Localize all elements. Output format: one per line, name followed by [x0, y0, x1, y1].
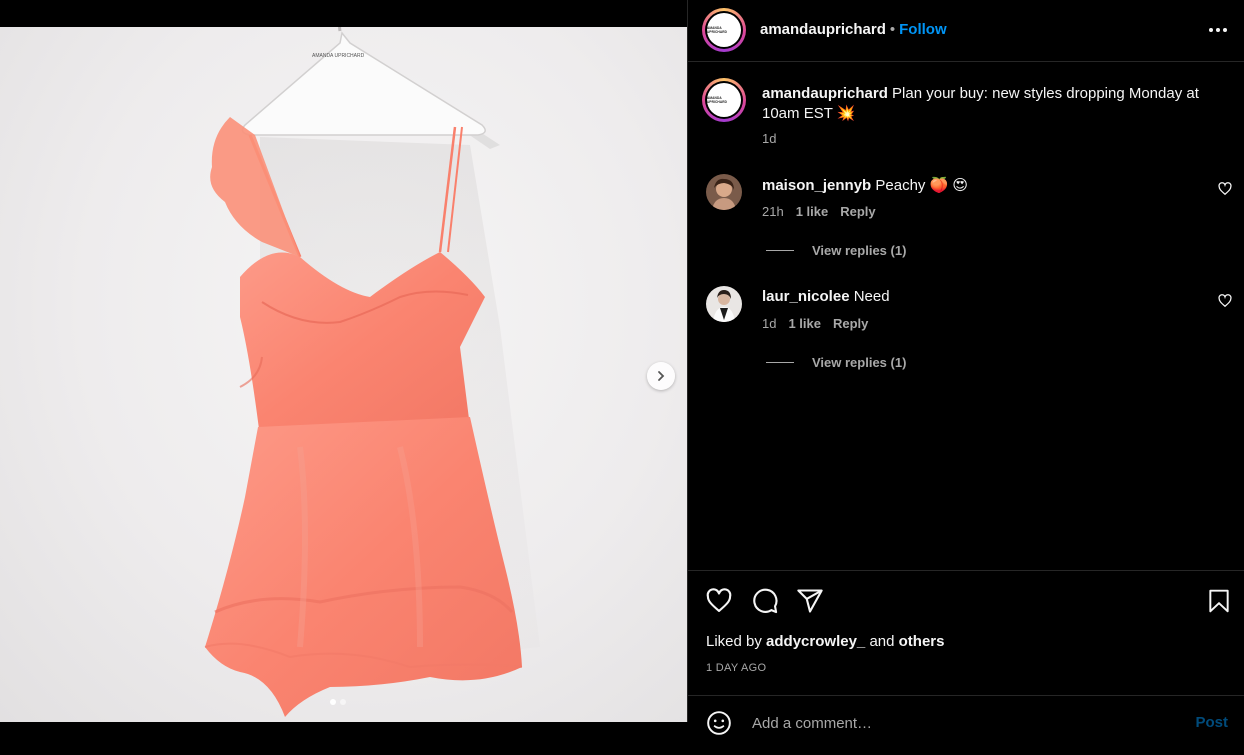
liked-by-user[interactable]: addycrowley_ — [766, 633, 865, 650]
chevron-right-icon — [658, 371, 665, 381]
caption-timestamp[interactable]: 1d — [762, 131, 776, 146]
author-avatar[interactable]: AMANDA UPRICHARD — [702, 8, 746, 52]
comment-like-button[interactable] — [1218, 294, 1232, 313]
view-replies-label: View replies (1) — [812, 355, 907, 370]
commenter-avatar[interactable] — [706, 286, 742, 322]
reply-button[interactable]: Reply — [840, 204, 875, 219]
heart-icon — [706, 588, 732, 612]
comment-body: Need — [853, 288, 890, 305]
comment-body: Peachy 🍑 😍 — [875, 177, 969, 194]
post-header: AMANDA UPRICHARD amandauprichard • Follow — [688, 0, 1244, 62]
brand-logo: AMANDA UPRICHARD — [707, 96, 728, 104]
caption-username[interactable]: amandauprichard — [762, 85, 888, 102]
view-replies-label: View replies (1) — [812, 243, 907, 258]
caption-text: amandauprichard Plan your buy: new style… — [762, 84, 1222, 124]
heart-icon — [1218, 294, 1232, 308]
comment-username[interactable]: maison_jennyb — [762, 177, 871, 194]
emoji-button[interactable] — [706, 710, 732, 741]
share-button[interactable] — [796, 587, 824, 620]
svg-text:AMANDA UPRICHARD: AMANDA UPRICHARD — [312, 53, 365, 59]
bookmark-icon — [1209, 589, 1229, 613]
heart-icon — [1218, 182, 1232, 196]
emoji-icon — [707, 711, 731, 735]
caption-avatar[interactable]: AMANDA UPRICHARD — [702, 78, 746, 122]
user-photo-icon — [706, 174, 742, 210]
comment-icon — [753, 588, 778, 614]
comment-button[interactable] — [751, 587, 779, 620]
header-user-line: amandauprichard • Follow — [760, 21, 947, 38]
follow-button[interactable]: Follow — [899, 21, 947, 38]
liked-by-others[interactable]: others — [899, 633, 945, 650]
carousel-dot-active — [330, 699, 336, 705]
user-photo-icon — [706, 286, 742, 322]
post-media: AMANDA UPRICHARD — [0, 0, 687, 722]
author-username[interactable]: amandauprichard — [760, 21, 886, 38]
liked-by-and: and — [869, 633, 895, 650]
more-options-icon — [1209, 28, 1227, 32]
liked-by-text: Liked by addycrowley_ and others — [706, 633, 944, 650]
post-details-panel: AMANDA UPRICHARD amandauprichard • Follow … — [687, 0, 1244, 736]
reply-button[interactable]: Reply — [833, 316, 868, 331]
liked-by-prefix: Liked by — [706, 633, 762, 650]
separator-dot: • — [889, 21, 896, 38]
comment-meta: 21h 1 like Reply — [762, 204, 876, 219]
post-image[interactable]: AMANDA UPRICHARD — [0, 27, 687, 722]
post-date[interactable]: 1 DAY AGO — [706, 662, 766, 674]
more-options-button[interactable] — [1208, 18, 1228, 47]
view-replies-button[interactable]: View replies (1) — [766, 355, 906, 370]
commenter-avatar[interactable] — [706, 174, 742, 210]
comment-time[interactable]: 1d — [762, 316, 776, 331]
carousel-dot — [340, 699, 346, 705]
comment-meta: 1d 1 like Reply — [762, 316, 868, 331]
add-comment-bar: Post — [688, 695, 1244, 755]
comment-time[interactable]: 21h — [762, 204, 784, 219]
comment-likes[interactable]: 1 like — [788, 316, 821, 331]
post-actions: Liked by addycrowley_ and others 1 DAY A… — [688, 570, 1244, 695]
next-image-button[interactable] — [647, 362, 675, 390]
dress-illustration: AMANDA UPRICHARD — [204, 27, 540, 717]
replies-divider-line — [766, 250, 794, 251]
post-comment-button[interactable]: Post — [1195, 714, 1228, 731]
share-icon — [797, 589, 823, 613]
comment-input[interactable] — [750, 710, 1174, 736]
comment-like-button[interactable] — [1218, 182, 1232, 201]
replies-divider-line — [766, 362, 794, 363]
comment-text: maison_jennyb Peachy 🍑 😍 — [762, 176, 968, 194]
comment-text: laur_nicolee Need — [762, 288, 890, 305]
comment-likes[interactable]: 1 like — [796, 204, 829, 219]
comment-username[interactable]: laur_nicolee — [762, 288, 850, 305]
like-button[interactable] — [705, 587, 733, 620]
carousel-indicator — [330, 699, 346, 705]
brand-logo: AMANDA UPRICHARD — [707, 26, 728, 34]
save-button[interactable] — [1206, 587, 1232, 620]
view-replies-button[interactable]: View replies (1) — [766, 243, 906, 258]
